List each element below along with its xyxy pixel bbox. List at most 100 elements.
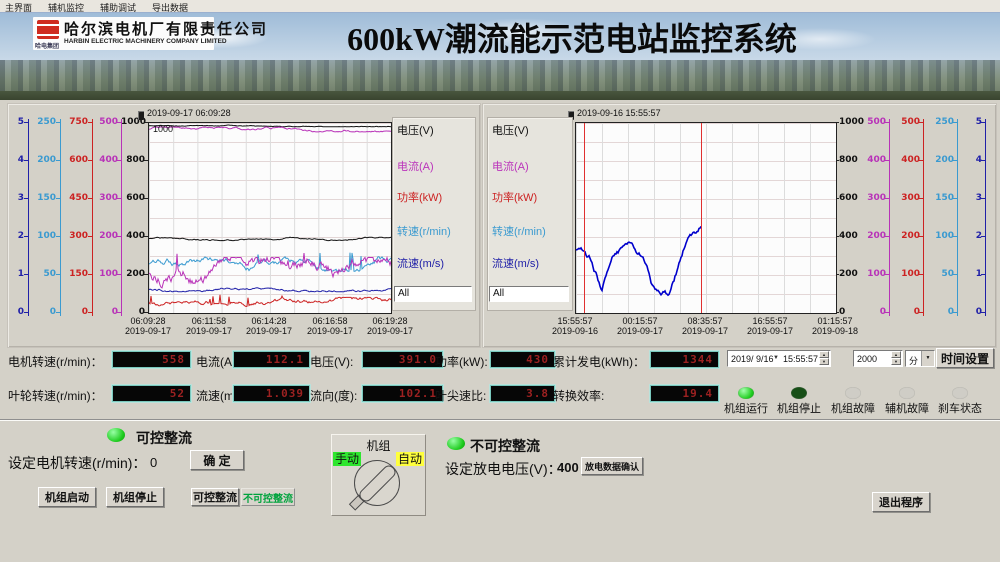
y-axis-tick-label: 0 [32,307,56,317]
readout-label: 叶尖速比: [435,387,486,404]
y-axis-tick-label: 400 [898,155,920,165]
legend-item[interactable]: 电压(V) [397,122,434,138]
value-axis-tick-label: 600 [839,193,863,203]
y-axis-tick-label: 100 [94,269,118,279]
x-axis-label: 01:15:57 2019-09-18 [812,316,858,336]
menu-item[interactable]: 主界面 [5,1,32,12]
unit-combo[interactable]: 分 ▼ [905,350,935,367]
y-axis-tick [56,236,60,237]
header-banner: 哈电集团 哈尔滨电机厂有限责任公司 HARBIN ELECTRIC MACHIN… [0,13,1000,100]
y-axis-tick-label: 150 [64,269,88,279]
y-axis-line [60,119,61,316]
readout-label: 累计发电(kWh)： [553,353,645,370]
x-axis-label: 06:09:28 2019-09-17 [125,316,171,336]
time-value: 15:55:57 [783,354,818,364]
y-axis-line [957,119,958,316]
company-name-en: HARBIN ELECTRIC MACHINERY COMPANY LIMITE… [64,38,227,45]
legend-item[interactable]: 电流(A) [492,158,529,174]
datetime-picker[interactable]: 2019/ 9/16 ▼ 15:55:57 ▲ ▼ [727,350,831,367]
readout-display: 19.4 [650,385,719,402]
legend-item[interactable]: 转速(r/min) [492,223,546,239]
y-axis-tick-label: 0 [966,307,982,317]
status-led [845,387,861,399]
readout-display: 102.1 [362,385,443,402]
status-led-label: 辅机故障 [885,400,929,416]
menu-item[interactable]: 辅机监控 [48,1,84,12]
y-axis-line [121,119,122,316]
y-axis-tick-label: 0 [94,307,118,317]
y-axis-tick [24,160,28,161]
series-selector[interactable]: All [394,286,472,302]
y-axis-tick-label: 300 [864,193,886,203]
y-axis-tick [56,160,60,161]
page-title: 600kW潮流能示范电站监控系统 [347,14,797,60]
y-axis-tick-label: 200 [898,231,920,241]
menu-item[interactable]: 导出数据 [152,1,188,12]
legend-panel: 电压(V) 电流(A) 功率(kW) 转速(r/min) 流速(m/s) [392,117,476,311]
cursor-grip-icon[interactable] [138,111,144,120]
exit-button[interactable]: 退出程序 [872,492,930,512]
legend-item[interactable]: 流速(m/s) [397,255,444,271]
legend-panel: 电压(V) 电流(A) 功率(kW) 转速(r/min) 流速(m/s) [487,117,573,311]
y-axis-line [923,119,924,316]
y-axis-tick [24,122,28,123]
auto-mode-toggle[interactable]: 自动 [396,452,424,466]
controlled-rectifier-button[interactable]: 可控整流 [191,488,239,506]
time-spin-up-icon[interactable]: ▲ [819,351,829,358]
set-voltage-value[interactable]: 400 [557,460,579,475]
readout-label: 流向(度): [310,387,357,404]
readout-label: 转换效率: [553,387,604,404]
legend-item[interactable]: 功率(kW) [397,189,442,205]
y-axis-tick-label: 250 [32,117,56,127]
date-dropdown-icon[interactable]: ▼ [773,355,779,361]
legend-item[interactable]: 电压(V) [492,122,529,138]
y-axis-tick [56,312,60,313]
readout-label: 功率(kW): [435,353,488,370]
legend-item[interactable]: 功率(kW) [492,189,537,205]
mode-knob[interactable] [354,460,400,506]
unit-start-button[interactable]: 机组启动 [38,487,96,507]
time-set-button[interactable]: 时间设置 [936,348,994,368]
unit-dropdown-icon[interactable]: ▼ [921,351,934,366]
y-axis-tick-label: 2 [966,231,982,241]
voltage-confirm-button[interactable]: 放电数据确认 [581,457,643,475]
y-axis-tick-label: 2 [8,231,24,241]
y-axis-tick-label: 200 [32,155,56,165]
banner-treeline [0,91,1000,100]
status-led-label: 机组运行 [724,400,768,416]
status-led [738,387,754,399]
legend-item[interactable]: 流速(m/s) [492,255,539,271]
interval-spin-down-icon[interactable]: ▼ [891,358,901,365]
readout-display: 1344 [650,351,719,368]
legend-item[interactable]: 转速(r/min) [397,223,451,239]
y-axis-line [28,119,29,316]
status-led-label: 机组停止 [777,400,821,416]
cursor-line[interactable] [701,123,702,313]
legend-item[interactable]: 电流(A) [397,158,434,174]
interval-field[interactable]: 2000 ▲ ▼ [853,350,903,367]
cursor-line[interactable] [584,123,585,313]
interval-spin-up-icon[interactable]: ▲ [891,351,901,358]
uncontrolled-rectifier-button[interactable]: 不可控整流 [241,488,295,506]
confirm-button[interactable]: 确 定 [190,450,244,470]
unit-stop-button[interactable]: 机组停止 [106,487,164,507]
y-axis-tick-label: 100 [32,231,56,241]
value-axis-tick-label: 400 [121,231,145,241]
status-led-label: 刹车状态 [938,400,982,416]
y-axis-tick-label: 450 [64,193,88,203]
x-axis-label: 06:14:28 2019-09-17 [246,316,292,336]
plot-area[interactable] [575,122,837,314]
y-axis-tick-label: 3 [966,193,982,203]
trend-series-canvas [576,123,836,313]
y-axis-tick-label: 4 [966,155,982,165]
trend-series-line [149,253,391,272]
plot-area[interactable] [148,122,392,314]
y-axis-tick-label: 50 [32,269,56,279]
series-selector[interactable]: All [489,286,569,302]
y-axis-tick [56,198,60,199]
time-spin-down-icon[interactable]: ▼ [819,358,829,365]
set-speed-value[interactable]: 0 [150,455,157,470]
plot-max-label: 1000 [153,124,173,134]
trend-series-canvas [149,123,391,313]
menu-item[interactable]: 辅助调试 [100,1,136,12]
